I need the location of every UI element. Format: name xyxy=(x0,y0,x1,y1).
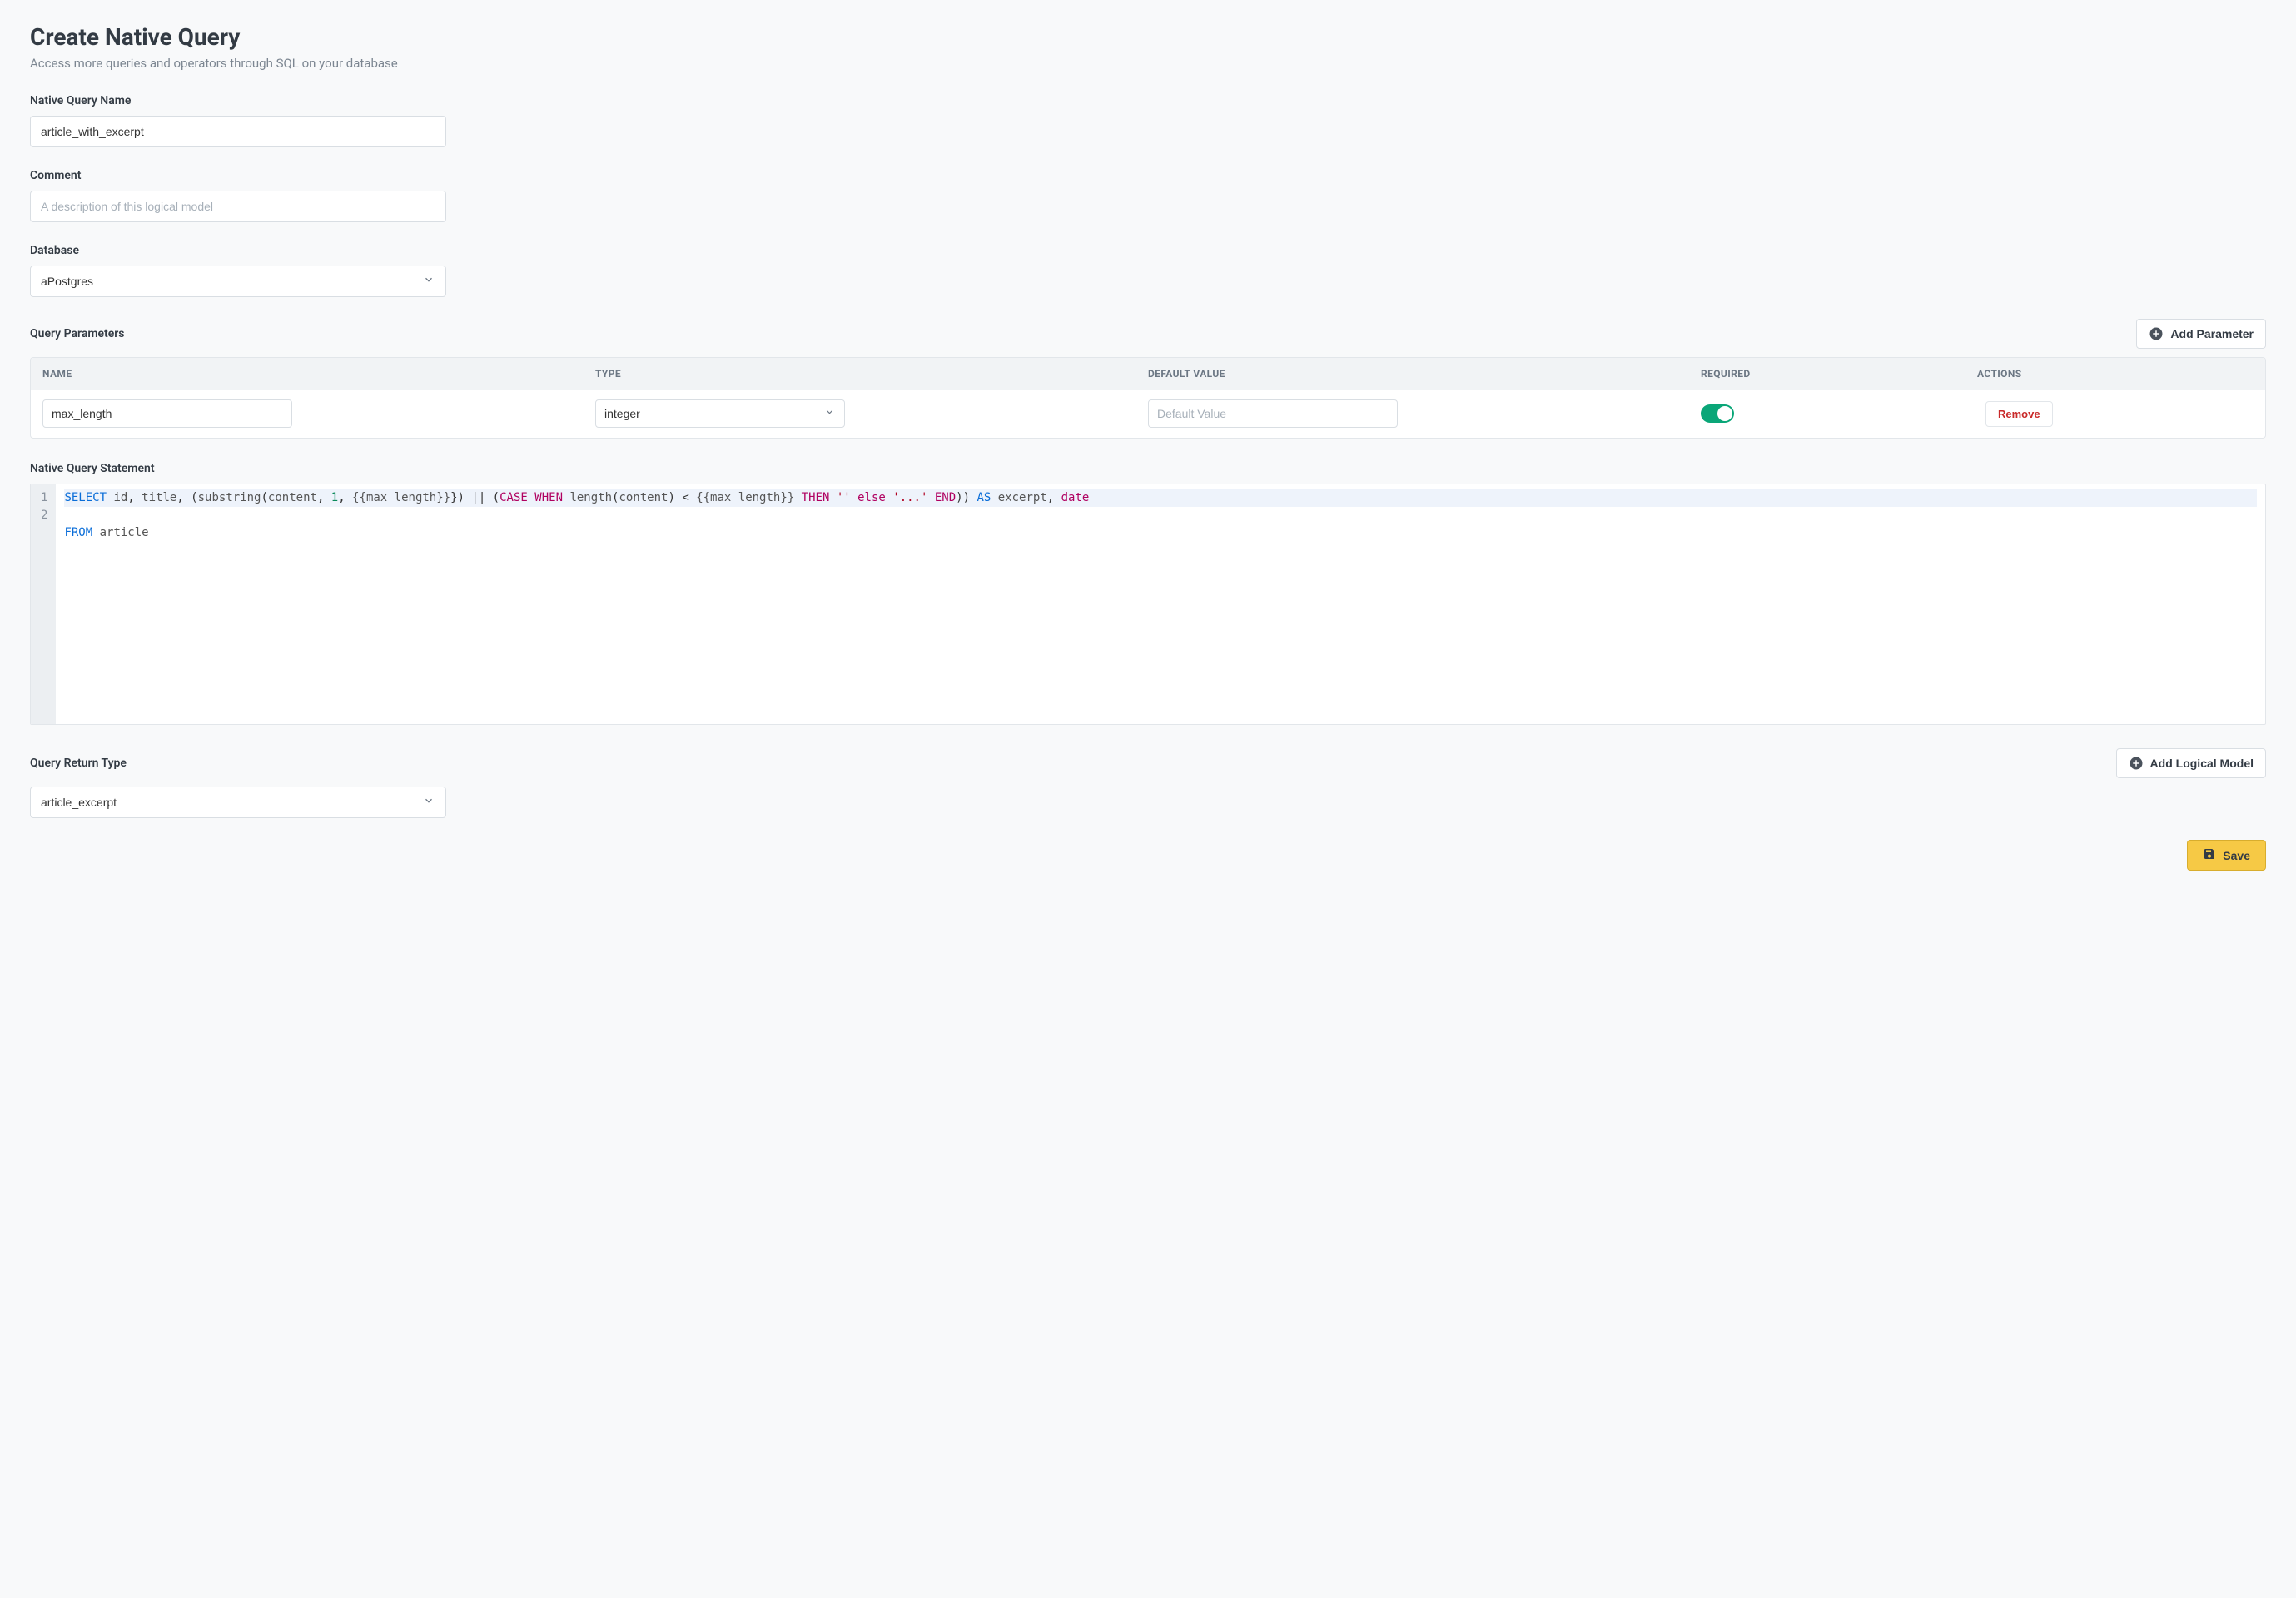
table-row: integer Remove xyxy=(31,390,2265,438)
database-label: Database xyxy=(30,244,2266,257)
page-subtitle: Access more queries and operators throug… xyxy=(30,56,2266,71)
col-actions: ACTIONS xyxy=(1977,368,2254,380)
query-parameters-label: Query Parameters xyxy=(30,327,125,340)
param-default-input[interactable] xyxy=(1148,400,1398,428)
add-parameter-label: Add Parameter xyxy=(2170,327,2254,340)
save-button[interactable]: Save xyxy=(2187,840,2266,871)
col-required: REQUIRED xyxy=(1701,368,1977,380)
line-gutter: 1 2 xyxy=(31,484,56,724)
code-area[interactable]: SELECT id, title, (substring(content, 1,… xyxy=(56,484,2265,724)
col-name: NAME xyxy=(42,368,595,380)
remove-param-button[interactable]: Remove xyxy=(1985,401,2053,427)
plus-circle-icon xyxy=(2129,756,2144,771)
add-parameter-button[interactable]: Add Parameter xyxy=(2136,319,2266,349)
param-required-toggle[interactable] xyxy=(1701,404,1734,423)
query-name-label: Native Query Name xyxy=(30,94,2266,107)
database-select[interactable]: aPostgres xyxy=(30,266,446,297)
page-title: Create Native Query xyxy=(30,23,2266,51)
col-type: TYPE xyxy=(595,368,1148,380)
plus-circle-icon xyxy=(2149,326,2164,341)
return-type-select[interactable]: article_excerpt xyxy=(30,787,446,818)
add-logical-model-button[interactable]: Add Logical Model xyxy=(2116,748,2266,778)
comment-label: Comment xyxy=(30,169,2266,182)
param-type-select[interactable]: integer xyxy=(595,400,845,428)
parameters-table: NAME TYPE DEFAULT VALUE REQUIRED ACTIONS… xyxy=(30,357,2266,439)
save-label: Save xyxy=(2223,849,2250,862)
col-default: DEFAULT VALUE xyxy=(1148,368,1701,380)
save-icon xyxy=(2203,847,2216,863)
query-name-input[interactable] xyxy=(30,116,446,147)
comment-input[interactable] xyxy=(30,191,446,222)
add-logical-model-label: Add Logical Model xyxy=(2150,757,2254,770)
return-type-label: Query Return Type xyxy=(30,757,127,770)
param-name-input[interactable] xyxy=(42,400,292,428)
statement-label: Native Query Statement xyxy=(30,462,2266,475)
toggle-knob xyxy=(1717,406,1732,421)
sql-editor[interactable]: 1 2 SELECT id, title, (substring(content… xyxy=(30,484,2266,725)
